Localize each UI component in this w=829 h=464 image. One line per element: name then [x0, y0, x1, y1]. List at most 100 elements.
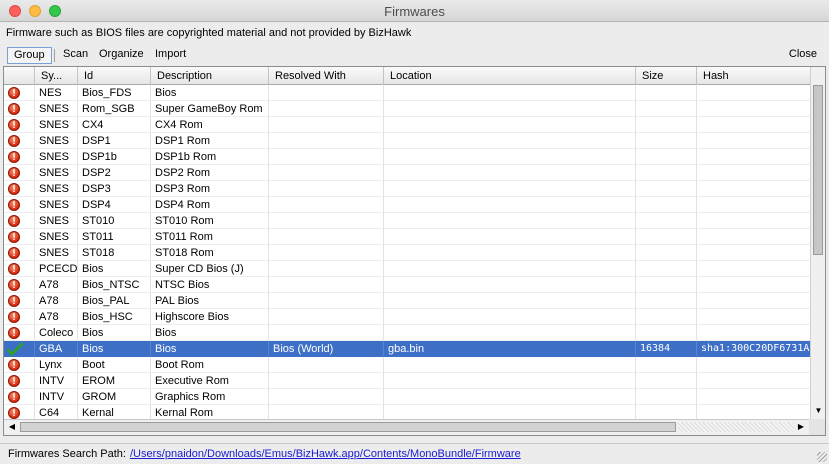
cell-description: PAL Bios: [151, 293, 269, 309]
table-row[interactable]: GBA Bios Bios Bios (World) gba.bin 16384 sha1:…: [4, 341, 812, 357]
cell-resolved-with: [269, 245, 384, 261]
column-header-id[interactable]: Id: [78, 67, 151, 85]
cell-id: Bios_NTSC: [78, 277, 151, 293]
table-row[interactable]: NESBios_FDSBios: [4, 85, 812, 101]
table-row[interactable]: SNESDSP1bDSP1b Rom: [4, 149, 812, 165]
cell-size: [636, 357, 697, 373]
cell-hash: [697, 181, 812, 197]
table-row[interactable]: SNESDSP1DSP1 Rom: [4, 133, 812, 149]
cell-description: Executive Rom: [151, 373, 269, 389]
vertical-scroll-thumb[interactable]: [813, 85, 823, 255]
cell-hash: [697, 373, 812, 389]
group-button[interactable]: Group: [7, 47, 52, 64]
horizontal-scrollbar[interactable]: ◀ ▶: [4, 419, 825, 435]
cell-id: DSP2: [78, 165, 151, 181]
cell-description: Bios: [151, 341, 269, 357]
cell-resolved-with: [269, 325, 384, 341]
title-bar[interactable]: Firmwares: [0, 0, 829, 22]
check-icon: [7, 342, 23, 356]
table-row[interactable]: ColecoBiosBios: [4, 325, 812, 341]
resize-grip-icon[interactable]: [817, 452, 827, 462]
cell-hash: [697, 293, 812, 309]
cell-system: A78: [35, 277, 78, 293]
cell-id: Bios_FDS: [78, 85, 151, 101]
cell-status: [4, 293, 35, 309]
scroll-down-arrow-icon[interactable]: ▼: [811, 403, 825, 419]
organize-button[interactable]: Organize: [96, 47, 147, 64]
cell-resolved-with: [269, 261, 384, 277]
table-row[interactable]: SNESDSP2DSP2 Rom: [4, 165, 812, 181]
import-button[interactable]: Import: [152, 47, 189, 64]
cell-hash: [697, 309, 812, 325]
error-icon: [8, 182, 20, 196]
cell-hash: [697, 261, 812, 277]
table-row[interactable]: PCECDBiosSuper CD Bios (J): [4, 261, 812, 277]
horizontal-scroll-thumb[interactable]: [20, 422, 676, 432]
cell-description: NTSC Bios: [151, 277, 269, 293]
cell-id: CX4: [78, 117, 151, 133]
cell-size: [636, 293, 697, 309]
cell-size: [636, 101, 697, 117]
cell-hash: [697, 277, 812, 293]
cell-id: Bios_PAL: [78, 293, 151, 309]
search-path-link[interactable]: /Users/pnaidon/Downloads/Emus/BizHawk.ap…: [130, 448, 521, 460]
cell-resolved-with: [269, 357, 384, 373]
cell-size: [636, 245, 697, 261]
cell-description: DSP1b Rom: [151, 149, 269, 165]
column-header-status[interactable]: [4, 67, 35, 85]
scan-button[interactable]: Scan: [60, 47, 91, 64]
column-header-description[interactable]: Description: [151, 67, 269, 85]
table-row[interactable]: A78Bios_PALPAL Bios: [4, 293, 812, 309]
cell-id: ST010: [78, 213, 151, 229]
table-row[interactable]: INTVGROMGraphics Rom: [4, 389, 812, 405]
table-row[interactable]: SNESST011ST011 Rom: [4, 229, 812, 245]
table-row[interactable]: INTVEROMExecutive Rom: [4, 373, 812, 389]
cell-hash: [697, 245, 812, 261]
scroll-left-arrow-icon[interactable]: ◀: [6, 421, 18, 433]
cell-size: [636, 181, 697, 197]
cell-location: [384, 245, 636, 261]
column-header-hash[interactable]: Hash: [697, 67, 812, 85]
table-row[interactable]: SNESDSP3DSP3 Rom: [4, 181, 812, 197]
table-row[interactable]: SNESST018ST018 Rom: [4, 245, 812, 261]
cell-resolved-with: [269, 309, 384, 325]
column-header-system[interactable]: Sy...: [35, 67, 78, 85]
table-row[interactable]: LynxBootBoot Rom: [4, 357, 812, 373]
cell-system: SNES: [35, 181, 78, 197]
close-button[interactable]: Close: [786, 47, 820, 64]
cell-location: [384, 229, 636, 245]
error-icon: [8, 102, 20, 116]
cell-system: GBA: [35, 341, 78, 357]
cell-location: [384, 85, 636, 101]
cell-location: [384, 357, 636, 373]
cell-resolved-with: [269, 213, 384, 229]
column-header-resolved-with[interactable]: Resolved With: [269, 67, 384, 85]
cell-system: SNES: [35, 101, 78, 117]
table-row[interactable]: SNESDSP4DSP4 Rom: [4, 197, 812, 213]
table-row[interactable]: SNESST010ST010 Rom: [4, 213, 812, 229]
cell-id: Boot: [78, 357, 151, 373]
cell-description: Super GameBoy Rom: [151, 101, 269, 117]
cell-description: DSP2 Rom: [151, 165, 269, 181]
error-icon: [8, 262, 20, 276]
cell-system: INTV: [35, 389, 78, 405]
status-bar: Firmwares Search Path: /Users/pnaidon/Do…: [0, 443, 829, 464]
column-header-size[interactable]: Size: [636, 67, 697, 85]
cell-hash: [697, 117, 812, 133]
table-row[interactable]: SNESRom_SGBSuper GameBoy Rom: [4, 101, 812, 117]
error-icon: [8, 326, 20, 340]
cell-hash: [697, 165, 812, 181]
table-row[interactable]: A78Bios_HSCHighscore Bios: [4, 309, 812, 325]
cell-id: EROM: [78, 373, 151, 389]
cell-hash: [697, 357, 812, 373]
scroll-right-arrow-icon[interactable]: ▶: [795, 421, 807, 433]
table-row[interactable]: A78Bios_NTSCNTSC Bios: [4, 277, 812, 293]
cell-size: [636, 373, 697, 389]
column-header-location[interactable]: Location: [384, 67, 636, 85]
cell-status: [4, 165, 35, 181]
firmware-table[interactable]: Sy... Id Description Resolved With Locat…: [3, 66, 826, 436]
horizontal-scroll-track[interactable]: [678, 422, 794, 432]
cell-hash: [697, 197, 812, 213]
vertical-scrollbar[interactable]: ▼: [810, 67, 825, 419]
table-row[interactable]: SNESCX4CX4 Rom: [4, 117, 812, 133]
